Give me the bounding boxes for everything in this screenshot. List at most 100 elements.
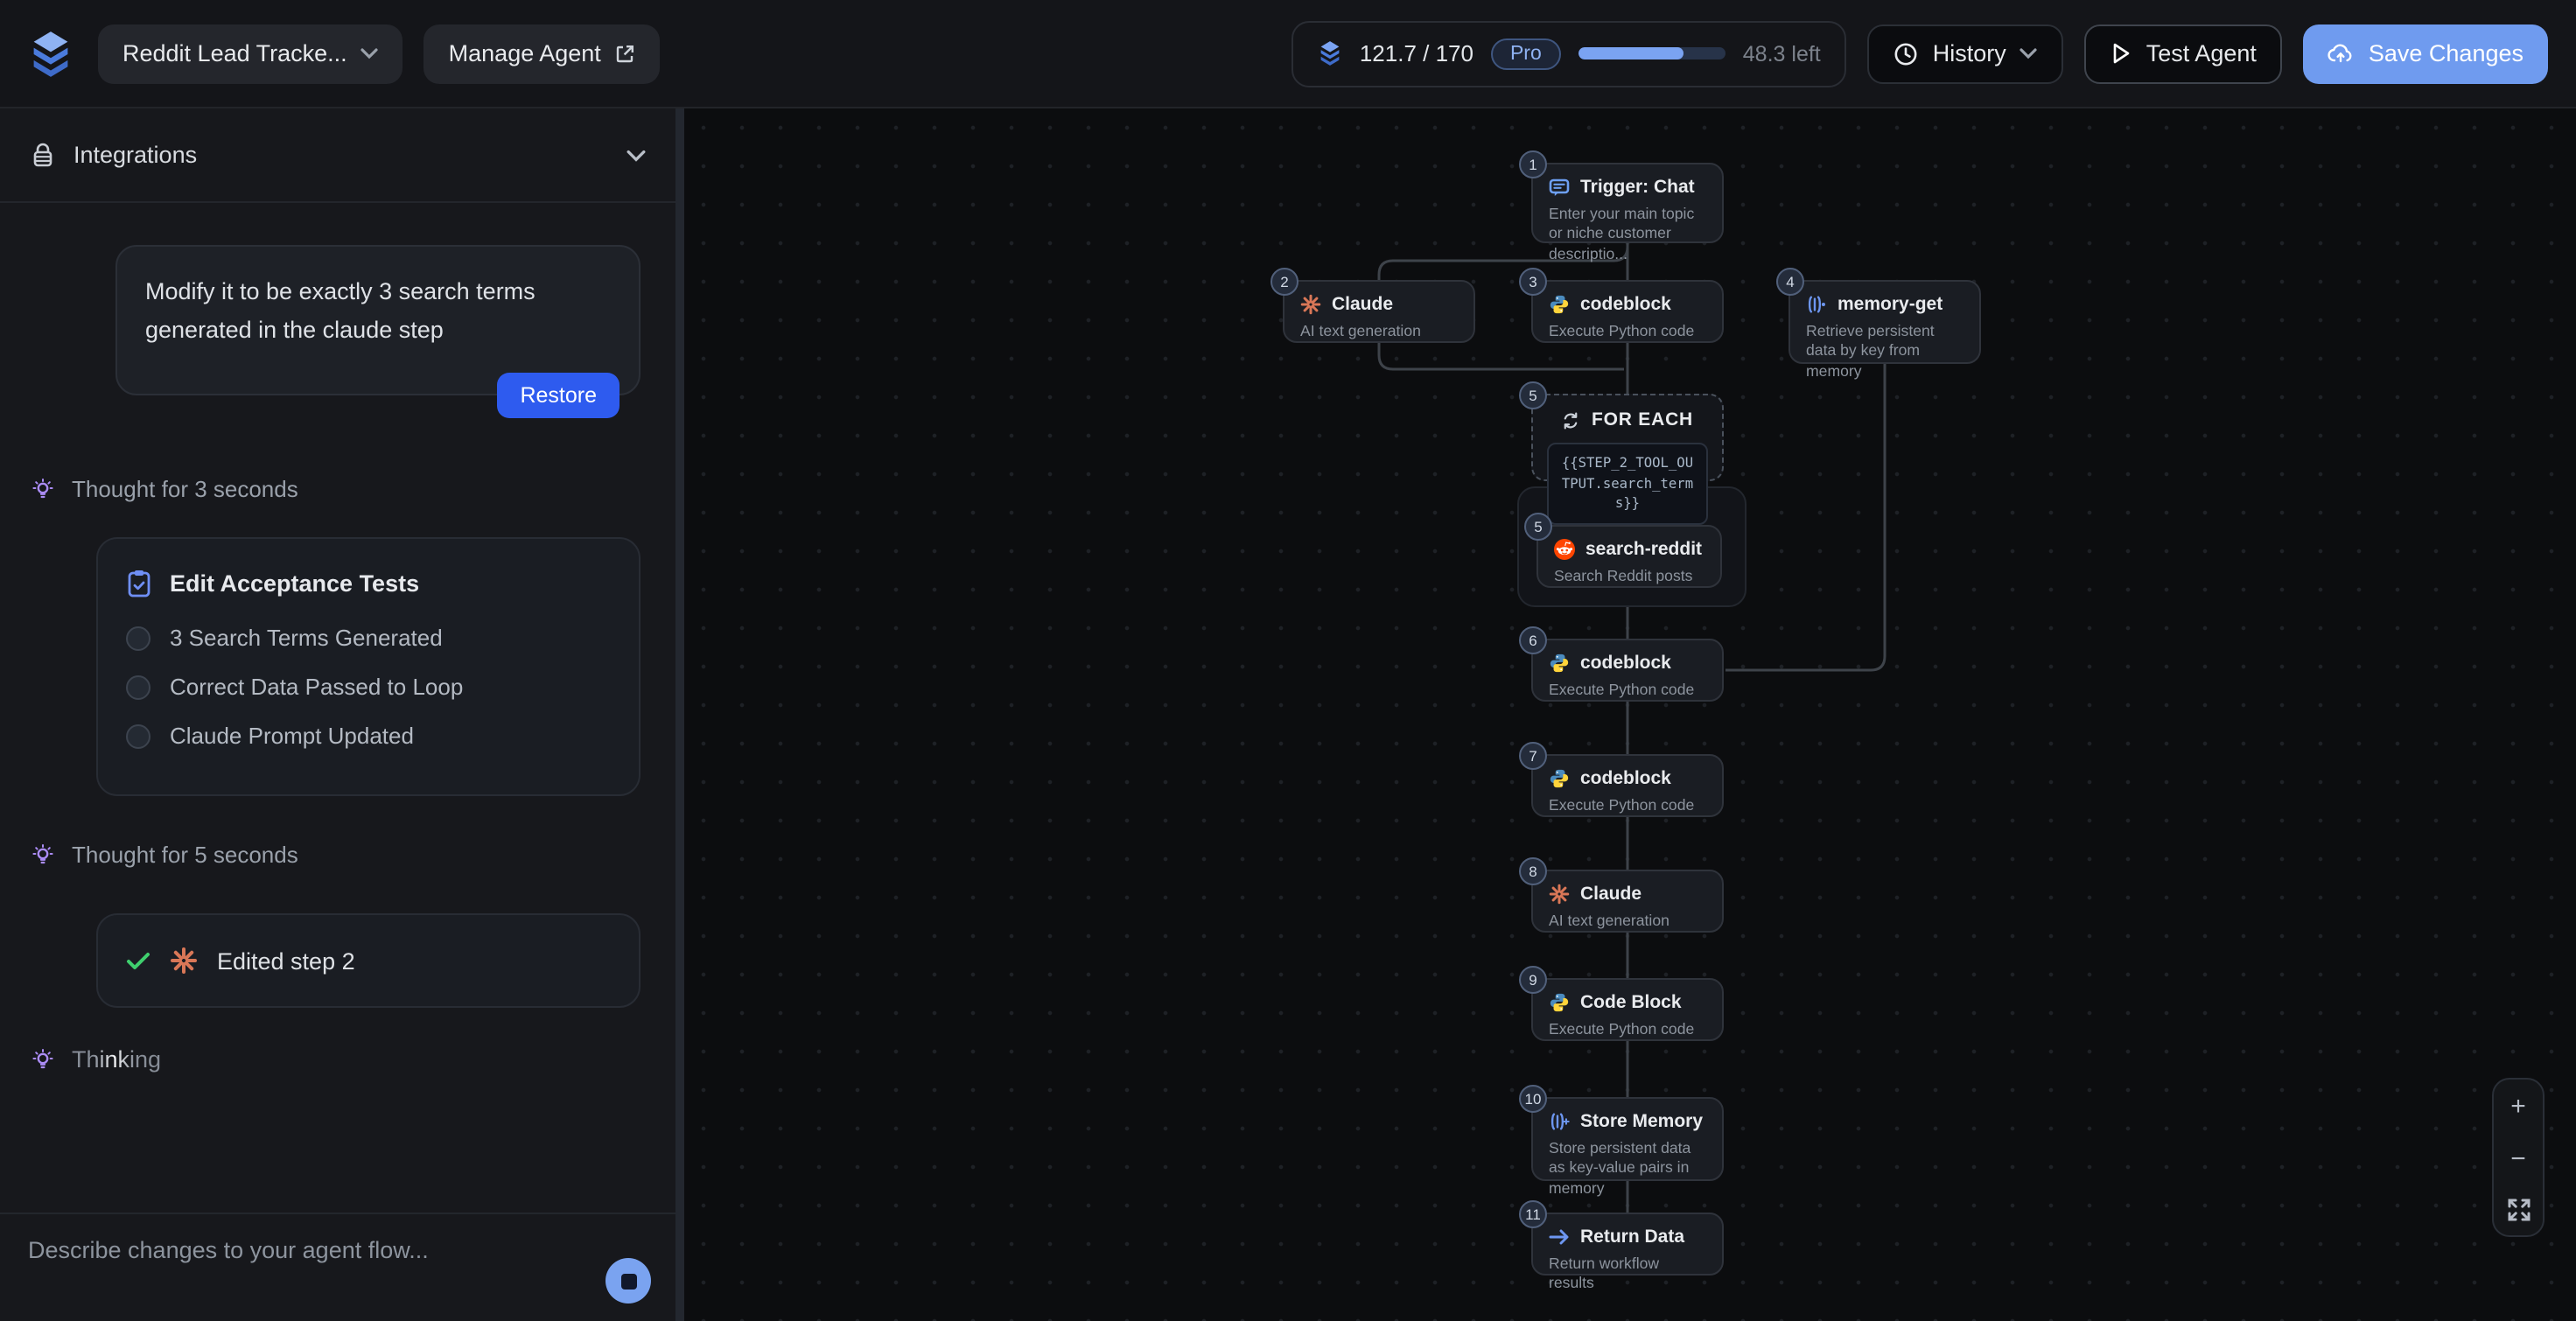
node-desc: Execute Python code: [1549, 1020, 1695, 1038]
agent-selector-button[interactable]: Reddit Lead Tracke...: [98, 24, 403, 83]
node-for-each[interactable]: 5 FOR EACH {{STEP_2_TOOL_OUTPUT.search_t…: [1519, 381, 1724, 526]
test-agent-label: Test Agent: [2146, 40, 2257, 66]
node-title: Return Data: [1580, 1227, 1685, 1248]
agent-selector-label: Reddit Lead Tracke...: [122, 40, 347, 66]
node-desc: Return workflow results: [1549, 1255, 1660, 1292]
integrations-header[interactable]: Integrations: [0, 108, 676, 203]
restore-button[interactable]: Restore: [497, 373, 620, 419]
node-return-data[interactable]: 11 Return Data Return workflow results: [1519, 1200, 1724, 1292]
node-code-block-9[interactable]: 9 Code Block Execute Python code: [1519, 966, 1724, 1041]
node-trigger-chat[interactable]: 1 Trigger: Chat Enter your main topic or…: [1519, 150, 1724, 262]
manage-agent-button[interactable]: Manage Agent: [424, 24, 661, 83]
acceptance-title: Edit Acceptance Tests: [170, 570, 420, 598]
chevron-down-icon: [626, 148, 646, 162]
python-icon: [1549, 294, 1570, 315]
node-search-reddit[interactable]: 5 search-reddit Search Reddit posts: [1524, 513, 1722, 588]
chat-transcript: Modify it to be exactly 3 search terms g…: [0, 203, 676, 1321]
node-title: FOR EACH: [1591, 409, 1694, 430]
thought-row-1[interactable]: Thought for 3 seconds: [0, 476, 676, 502]
composer-input[interactable]: [28, 1237, 536, 1298]
edited-step-label: Edited step 2: [217, 947, 355, 975]
flow-canvas[interactable]: RUN 1 Trigger: Chat Enter your main topi…: [684, 108, 2576, 1321]
step-badge: 3: [1519, 268, 1547, 296]
node-title: codeblock: [1580, 768, 1671, 789]
fullscreen-icon: [2507, 1199, 2530, 1221]
stop-button[interactable]: [606, 1258, 651, 1304]
checkbox-unchecked-icon: [126, 723, 150, 749]
memory-icon: [1806, 294, 1827, 315]
chevron-down-icon: [2020, 47, 2038, 59]
node-store-memory[interactable]: 10 Store Memory Store persistent data as…: [1519, 1085, 1724, 1197]
step-badge: 5: [1519, 381, 1547, 409]
save-changes-button[interactable]: Save Changes: [2303, 24, 2548, 83]
usage-meter[interactable]: 121.7 / 170 Pro 48.3 left: [1291, 20, 1847, 87]
zoom-out-button[interactable]: −: [2494, 1146, 2543, 1172]
external-link-icon: [615, 43, 636, 64]
acceptance-tests-card: Edit Acceptance Tests 3 Search Terms Gen…: [96, 537, 640, 797]
step-badge: 4: [1776, 268, 1804, 296]
save-changes-label: Save Changes: [2368, 40, 2524, 66]
usage-progress-bar: [1578, 47, 1726, 59]
node-codeblock-7[interactable]: 7 codeblock Execute Python code: [1519, 742, 1724, 817]
step-badge: 9: [1519, 966, 1547, 994]
manage-agent-label: Manage Agent: [448, 40, 601, 66]
step-badge: 8: [1519, 857, 1547, 885]
node-desc: Retrieve persistent data by key from mem…: [1806, 322, 1935, 380]
acceptance-item-label: Claude Prompt Updated: [170, 723, 414, 750]
cloud-upload-icon: [2328, 42, 2355, 65]
claude-icon: [1549, 884, 1570, 905]
step-badge: 6: [1519, 626, 1547, 654]
claude-icon: [170, 947, 198, 975]
clipboard-check-icon: [126, 569, 152, 598]
thinking-label: Thinking: [72, 1046, 162, 1073]
node-desc: Execute Python code: [1549, 796, 1695, 814]
node-title: codeblock: [1580, 653, 1671, 674]
node-title: Store Memory: [1580, 1111, 1704, 1132]
node-desc: Execute Python code: [1549, 681, 1695, 698]
node-title: Trigger: Chat: [1580, 177, 1695, 198]
history-button[interactable]: History: [1867, 24, 2064, 83]
test-agent-button[interactable]: Test Agent: [2084, 24, 2283, 83]
node-codeblock-6[interactable]: 6 codeblock Execute Python code: [1519, 626, 1724, 702]
stop-icon: [620, 1273, 636, 1289]
node-desc: Store persistent data as key-value pairs…: [1549, 1139, 1691, 1197]
chat-sidebar: Integrations Modify it to be exactly 3 s…: [0, 108, 676, 1321]
lightbulb-icon: [32, 842, 54, 867]
acceptance-item[interactable]: Claude Prompt Updated: [126, 723, 611, 749]
node-desc: AI text generation: [1300, 322, 1421, 339]
node-memory-get[interactable]: 4 memory-get Retrieve persistent data by…: [1776, 268, 1981, 380]
python-icon: [1549, 768, 1570, 789]
acceptance-item-label: 3 Search Terms Generated: [170, 625, 443, 652]
thought-2-label: Thought for 5 seconds: [72, 842, 298, 869]
thought-row-2[interactable]: Thought for 5 seconds: [0, 842, 676, 868]
fullscreen-button[interactable]: [2494, 1199, 2543, 1221]
step-badge: 1: [1519, 150, 1547, 178]
lightbulb-icon: [32, 477, 54, 501]
node-title: Claude: [1580, 884, 1642, 905]
acceptance-item[interactable]: 3 Search Terms Generated: [126, 625, 611, 651]
for-each-expression[interactable]: {{STEP_2_TOOL_OUTPUT.search_terms}}: [1547, 443, 1708, 526]
node-claude-2[interactable]: 2 Claude AI text generation: [1270, 268, 1475, 343]
integrations-label: Integrations: [74, 142, 198, 168]
python-icon: [1549, 653, 1570, 674]
acceptance-item[interactable]: Correct Data Passed to Loop: [126, 674, 611, 700]
acceptance-item-label: Correct Data Passed to Loop: [170, 674, 464, 701]
step-badge: 2: [1270, 268, 1298, 296]
sidebar-canvas-divider[interactable]: [676, 108, 684, 1321]
claude-icon: [1300, 294, 1321, 315]
zoom-in-button[interactable]: +: [2494, 1094, 2543, 1120]
composer: [0, 1213, 676, 1321]
node-desc: AI text generation: [1549, 912, 1670, 929]
checkbox-unchecked-icon: [126, 674, 150, 700]
node-claude-8[interactable]: 8 Claude AI text generation: [1519, 857, 1724, 933]
node-title: memory-get: [1838, 294, 1943, 315]
lock-icon: [30, 141, 56, 169]
clock-icon: [1894, 41, 1919, 66]
plan-badge: Pro: [1490, 38, 1561, 69]
loop-icon: [1562, 410, 1581, 430]
step-badge: 5: [1524, 513, 1552, 541]
node-codeblock-3[interactable]: 3 codeblock Execute Python code: [1519, 268, 1724, 343]
step-badge: 10: [1519, 1085, 1547, 1113]
topbar: Reddit Lead Tracke... Manage Agent 121.7…: [0, 0, 2576, 108]
edited-step-card[interactable]: Edited step 2: [96, 913, 640, 1009]
